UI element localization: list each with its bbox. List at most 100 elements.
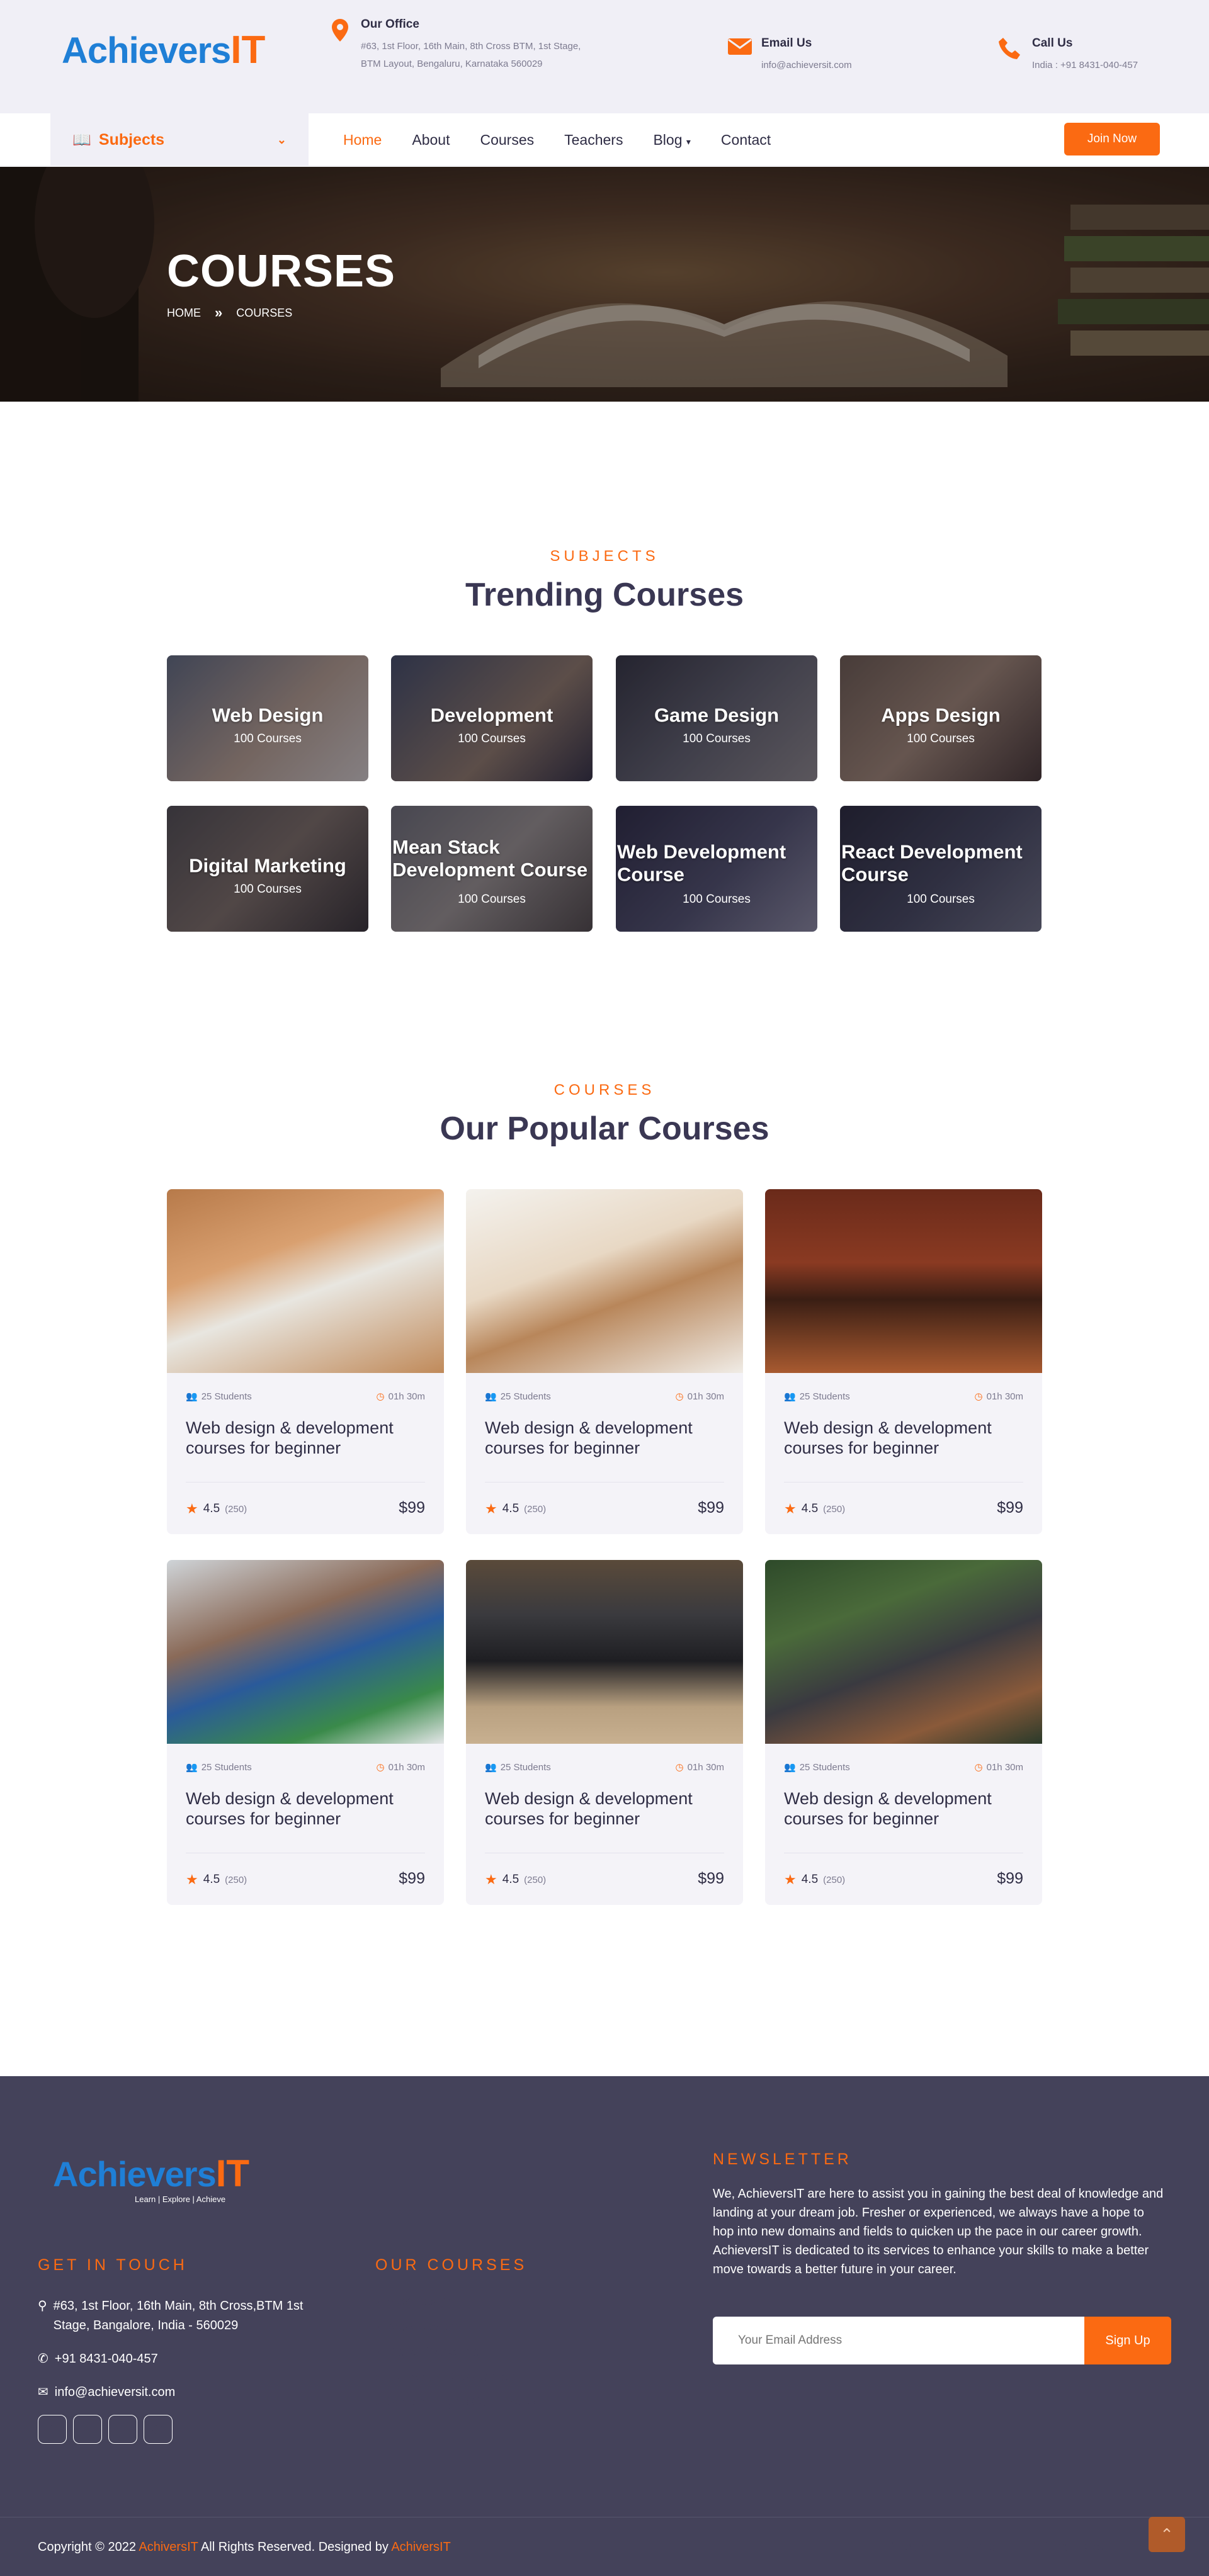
trending-card-count: 100 Courses xyxy=(683,893,751,906)
instagram-icon[interactable]: ◯ xyxy=(144,2415,173,2444)
trending-card-count: 100 Courses xyxy=(907,893,975,906)
call-number[interactable]: India : +91 8431-040-457 xyxy=(1032,57,1138,74)
course-title[interactable]: Web design & development courses for beg… xyxy=(784,1418,1023,1458)
course-title[interactable]: Web design & development courses for beg… xyxy=(186,1788,425,1829)
trending-card-game-design[interactable]: Game Design 100 Courses xyxy=(616,655,817,781)
course-duration: 01h 30m xyxy=(986,1762,1023,1773)
rating-value: 4.5 xyxy=(203,1873,220,1886)
footer-course-links: Web Design Apps Design Digital Marketing… xyxy=(375,2295,542,2421)
newsletter-text: We, AchieversIT are here to assist you i… xyxy=(713,2187,1164,2276)
trending-card-mean-stack[interactable]: Mean Stack Development Course 100 Course… xyxy=(391,806,593,932)
footer-course-link[interactable]: Web Design xyxy=(375,2295,542,2320)
popular-kicker: COURSES xyxy=(553,1082,656,1099)
trending-kicker: SUBJECTS xyxy=(550,548,659,565)
course-title[interactable]: Web design & development courses for beg… xyxy=(485,1418,724,1458)
clock-icon: ◷ xyxy=(376,1391,385,1402)
nav-about[interactable]: About xyxy=(412,132,450,149)
terms-link[interactable]: Terms xyxy=(961,2540,995,2555)
course-students: 25 Students xyxy=(799,1391,850,1402)
subjects-label: Subjects xyxy=(98,130,165,149)
course-rating: ★ 4.5 (250) xyxy=(186,1872,247,1888)
logo-tagline: Learn | Explore | Achieve xyxy=(135,2195,226,2204)
trending-heading: Trending Courses xyxy=(465,577,744,613)
course-title[interactable]: Web design & development courses for beg… xyxy=(186,1418,425,1458)
trending-card-title: Web Development Course xyxy=(617,840,786,886)
users-icon: 👥 xyxy=(784,1762,796,1773)
nav-contact[interactable]: Contact xyxy=(721,132,771,149)
trending-card-web-design[interactable]: Web Design 100 Courses xyxy=(167,655,368,781)
course-rating: ★ 4.5 (250) xyxy=(186,1501,247,1517)
trending-card-web-development[interactable]: Web Development Course 100 Courses xyxy=(616,806,817,932)
course-card[interactable]: 👥 25 Students ◷ 01h 30m Web design & devel… xyxy=(167,1189,444,1534)
top-bar: Achie vers IT Our Office #63, 1st Floor,… xyxy=(0,0,1209,113)
course-title[interactable]: Web design & development courses for beg… xyxy=(784,1788,1023,1829)
course-price: $99 xyxy=(698,1870,724,1887)
facebook-icon[interactable]: f xyxy=(73,2415,102,2444)
trending-card-title: Game Design xyxy=(654,704,780,726)
course-rating: ★ 4.5 (250) xyxy=(485,1872,546,1888)
subjects-dropdown[interactable]: 📖 Subjects ⌄ xyxy=(50,113,309,166)
course-image xyxy=(167,1189,444,1373)
clock-icon: ◷ xyxy=(974,1391,983,1402)
rating-value: 4.5 xyxy=(203,1502,220,1515)
course-image xyxy=(167,1560,444,1744)
privacy-link[interactable]: Privacy xyxy=(887,2540,928,2555)
course-students: 25 Students xyxy=(201,1762,252,1773)
linkedin-icon[interactable]: in xyxy=(108,2415,137,2444)
rating-value: 4.5 xyxy=(801,1873,819,1886)
nav-courses[interactable]: Courses xyxy=(480,132,534,149)
book-icon: 📖 xyxy=(72,131,91,149)
course-card[interactable]: 👥 25 Students ◷ 01h 30m Web design & devel… xyxy=(466,1189,743,1534)
footer-email[interactable]: info@achieversit.com xyxy=(55,2383,175,2402)
course-meta: 👥 25 Students ◷ 01h 30m xyxy=(186,1391,425,1402)
trending-card-count: 100 Courses xyxy=(683,732,751,745)
footer-course-link[interactable]: Full Stack Development xyxy=(375,2370,542,2395)
join-now-button[interactable]: Join Now xyxy=(1064,123,1160,155)
course-price: $99 xyxy=(997,1870,1023,1887)
nav-home[interactable]: Home xyxy=(343,132,382,149)
trending-card-development[interactable]: Development 100 Courses xyxy=(391,655,593,781)
office-info: Our Office #63, 1st Floor, 16th Main, 8t… xyxy=(331,18,595,73)
nav-teachers[interactable]: Teachers xyxy=(564,132,623,149)
footer-course-link[interactable]: Apps Design xyxy=(375,2320,542,2345)
brand-logo[interactable]: Achie vers IT xyxy=(62,28,265,72)
footer-address: #63, 1st Floor, 16th Main, 8th Cross,BTM… xyxy=(53,2299,304,2332)
footer-logo[interactable]: Achie vers IT Learn | Explore | Achieve xyxy=(53,2152,250,2204)
newsletter-email-input[interactable] xyxy=(713,2317,1084,2364)
rating-count: (250) xyxy=(524,1503,547,1515)
copyright-designer-link[interactable]: AchiversIT xyxy=(391,2540,450,2554)
star-icon: ★ xyxy=(186,1501,198,1517)
copyright-brand-link[interactable]: AchiversIT xyxy=(139,2540,198,2554)
rating-value: 4.5 xyxy=(502,1502,519,1515)
nav-blog-label: Blog xyxy=(653,131,683,148)
envelope-icon xyxy=(727,37,752,62)
trending-card-title: React Development Course xyxy=(841,840,1023,886)
breadcrumb-home[interactable]: HOME xyxy=(167,307,201,320)
nav-blog[interactable]: Blog ▾ xyxy=(653,132,690,149)
course-title[interactable]: Web design & development courses for beg… xyxy=(485,1788,724,1829)
trending-card-apps-design[interactable]: Apps Design 100 Courses xyxy=(840,655,1042,781)
twitter-icon[interactable]: 𝕥 xyxy=(38,2415,67,2444)
course-card[interactable]: 👥 25 Students ◷ 01h 30m Web design & devel… xyxy=(765,1560,1042,1905)
users-icon: 👥 xyxy=(186,1762,198,1773)
signup-button[interactable]: Sign Up xyxy=(1084,2317,1171,2364)
footer-course-link[interactable]: Digital Marketing xyxy=(375,2345,542,2370)
trending-card-digital-marketing[interactable]: Digital Marketing 100 Courses xyxy=(167,806,368,932)
email-address[interactable]: info@achieversit.com xyxy=(761,57,852,74)
refund-policy-link[interactable]: Refund Policy xyxy=(1028,2540,1105,2555)
get-in-touch-heading: GET IN TOUCH xyxy=(38,2256,188,2274)
logo-text-part3: IT xyxy=(215,2152,250,2195)
course-card[interactable]: 👥 25 Students ◷ 01h 30m Web design & devel… xyxy=(167,1560,444,1905)
rating-count: (250) xyxy=(225,1874,247,1885)
course-card[interactable]: 👥 25 Students ◷ 01h 30m Web design & devel… xyxy=(765,1189,1042,1534)
footer-course-link[interactable]: Search Engine Optimization xyxy=(375,2395,542,2421)
copyright: Copyright © 2022 AchiversIT All Rights R… xyxy=(38,2540,451,2555)
trending-card-react-development[interactable]: React Development Course 100 Courses xyxy=(840,806,1042,932)
course-card[interactable]: 👥 25 Students ◷ 01h 30m Web design & devel… xyxy=(466,1560,743,1905)
course-students: 25 Students xyxy=(500,1391,551,1402)
trending-card-count: 100 Courses xyxy=(458,893,526,906)
course-students: 25 Students xyxy=(201,1391,252,1402)
scroll-top-icon[interactable]: ⌃ xyxy=(1149,2517,1185,2552)
footer-phone[interactable]: +91 8431-040-457 xyxy=(55,2349,158,2369)
social-links: 𝕥 f in ◯ xyxy=(38,2415,173,2444)
